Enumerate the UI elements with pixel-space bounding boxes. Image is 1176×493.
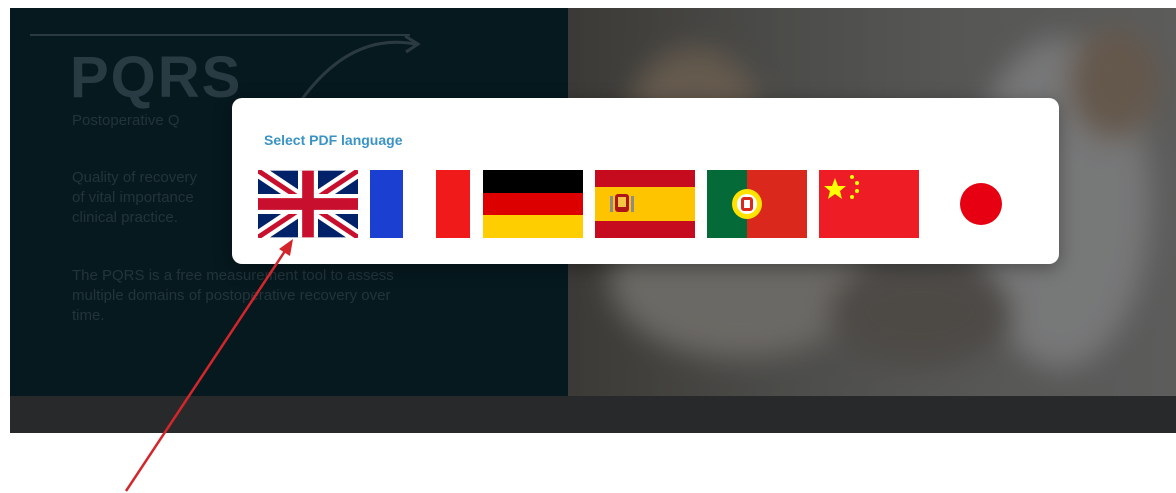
annotation-arrow-icon	[124, 239, 293, 492]
